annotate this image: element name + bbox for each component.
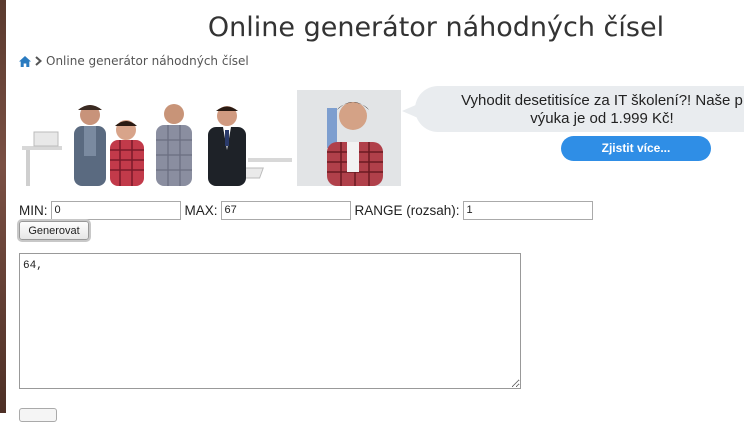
min-input[interactable] — [50, 200, 181, 220]
range-label: RANGE (rozsah): — [354, 202, 460, 218]
window-edge — [0, 0, 6, 413]
promo-banner: Vyhodit desetitisíce za IT školení?! Naš… — [20, 86, 744, 186]
page-title: Online generátor náhodných čísel — [207, 12, 665, 43]
speech-line-2: výuka je od 1.999 Kč! — [530, 110, 674, 127]
home-icon[interactable] — [19, 55, 31, 67]
max-label: MAX: — [184, 202, 218, 218]
speech-text: Vyhodit desetitisíce za IT školení?! Naš… — [422, 92, 744, 128]
learn-more-button[interactable]: Zjistit více... — [561, 136, 711, 161]
output-textarea[interactable]: 64, — [19, 253, 521, 389]
team-photo — [20, 100, 292, 186]
min-label: MIN: — [19, 202, 48, 218]
range-form: MIN: MAX: RANGE (rozsah): — [19, 200, 593, 220]
range-input[interactable] — [462, 200, 593, 220]
promo-photo — [297, 90, 401, 186]
chevron-right-icon — [35, 56, 42, 66]
breadcrumb-current: Online generátor náhodných čísel — [46, 54, 249, 68]
max-input[interactable] — [220, 200, 351, 220]
breadcrumb: Online generátor náhodných čísel — [19, 53, 249, 69]
generate-button[interactable]: Generovat — [19, 221, 89, 240]
speech-line-1: Vyhodit desetitisíce za IT školení?! Naš… — [461, 92, 743, 109]
partial-button[interactable] — [19, 408, 57, 422]
